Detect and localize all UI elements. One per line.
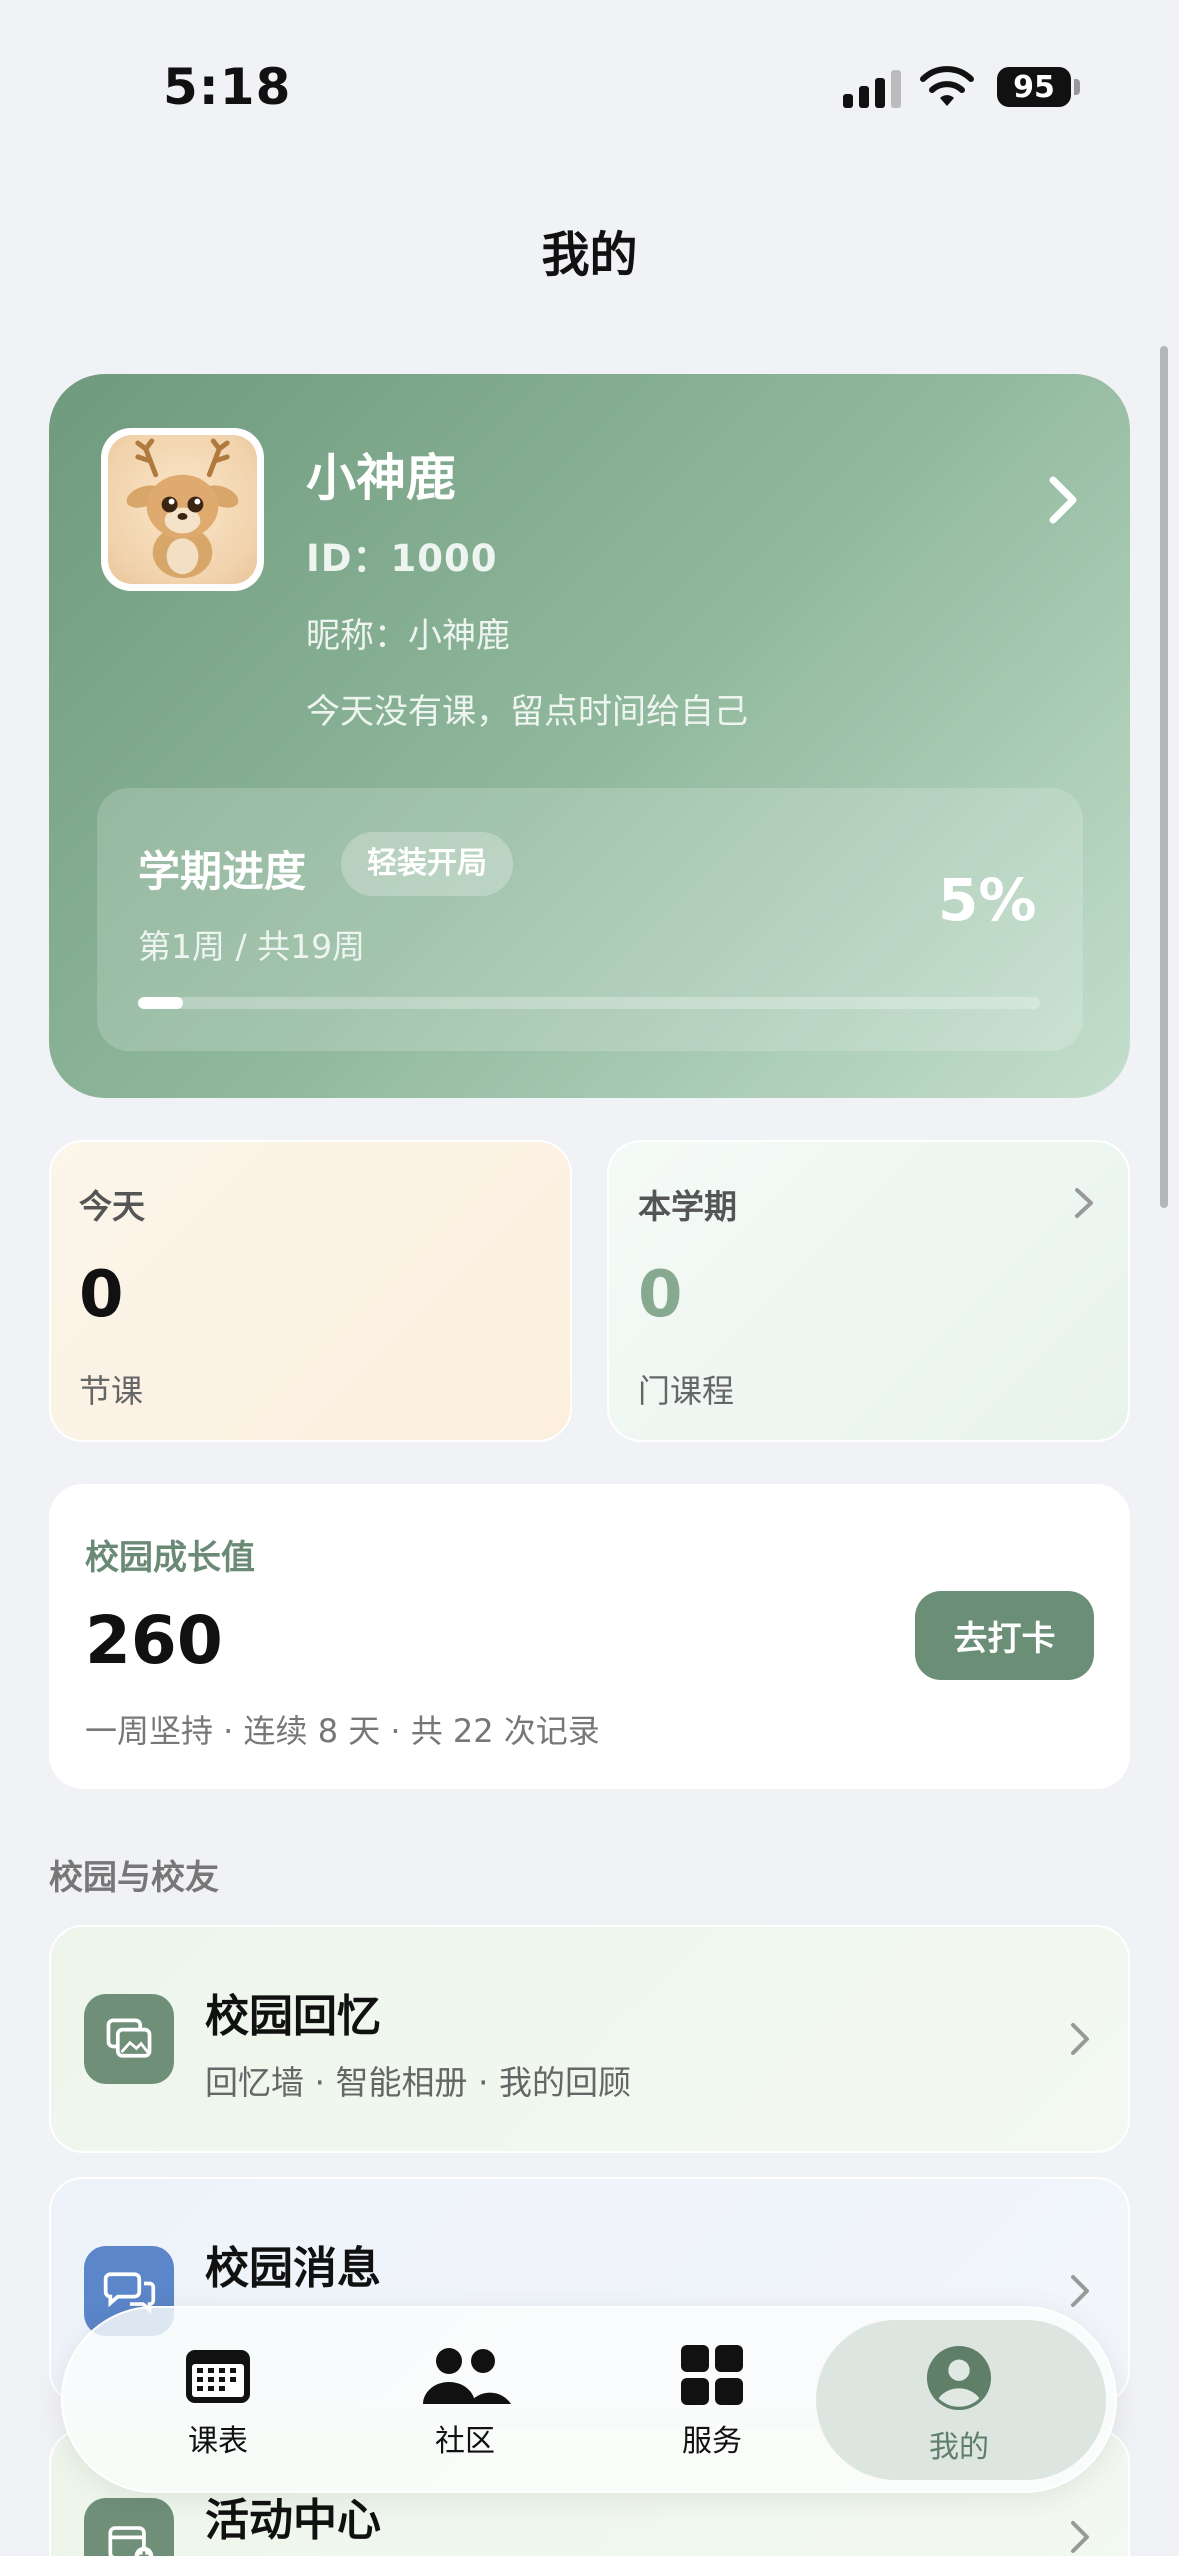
deer-avatar-icon	[126, 438, 239, 579]
check-in-button[interactable]: 去打卡	[915, 1591, 1094, 1680]
chevron-right-icon[interactable]	[1068, 2272, 1092, 2310]
people-icon	[423, 2348, 511, 2404]
tab-label: 我的	[929, 2430, 989, 2465]
user-id: ID：1000	[306, 537, 498, 580]
list-item-title: 校园回忆	[205, 1991, 381, 2042]
status-time: 5:18	[163, 58, 292, 116]
calendar-add-icon	[84, 2498, 174, 2556]
battery-indicator: 95	[997, 67, 1071, 107]
user-name: 小神鹿	[306, 449, 456, 507]
term-progress-badge: 轻装开局	[341, 832, 513, 896]
section-title: 校园与校友	[49, 1858, 219, 1898]
today-value: 0	[79, 1258, 124, 1332]
battery-tip	[1074, 79, 1080, 95]
tab-me[interactable]: 我的	[844, 2322, 1074, 2482]
avatar[interactable]	[101, 428, 264, 591]
tab-schedule[interactable]: 课表	[103, 2322, 333, 2482]
term-label: 本学期	[638, 1187, 737, 1226]
profile-tip: 今天没有课，留点时间给自己	[306, 692, 748, 732]
today-label: 今天	[79, 1187, 145, 1226]
page-title: 我的	[541, 227, 638, 283]
growth-subtitle: 一周坚持 · 连续 8 天 · 共 22 次记录	[85, 1712, 600, 1750]
tab-label: 社区	[435, 2424, 495, 2459]
term-weeks-text: 第1周 / 共19周	[138, 927, 366, 966]
list-item-subtitle: 回忆墙 · 智能相册 · 我的回顾	[205, 2063, 631, 2102]
chevron-right-icon[interactable]	[1072, 1185, 1096, 1221]
term-value: 0	[638, 1258, 683, 1332]
list-item-title: 校园消息	[205, 2243, 381, 2294]
calendar-icon	[186, 2350, 250, 2403]
growth-value: 260	[85, 1602, 223, 1679]
term-progress-title: 学期进度	[138, 847, 307, 896]
chevron-right-icon[interactable]	[1045, 472, 1081, 528]
photo-album-icon	[84, 1994, 174, 2084]
tab-label: 服务	[682, 2424, 742, 2459]
term-progress-bar	[138, 997, 1040, 1009]
term-progress-fill	[138, 997, 184, 1009]
term-unit: 门课程	[638, 1372, 735, 1410]
user-profile-icon	[926, 2345, 992, 2411]
tab-community[interactable]: 社区	[350, 2322, 580, 2482]
term-progress-percent: 5%	[938, 866, 1037, 934]
wifi-icon	[920, 66, 974, 106]
growth-label: 校园成长值	[85, 1538, 255, 1578]
tab-label: 课表	[188, 2424, 248, 2459]
chevron-right-icon[interactable]	[1068, 2020, 1092, 2058]
today-unit: 节课	[79, 1372, 144, 1410]
tab-services[interactable]: 服务	[597, 2322, 827, 2482]
chevron-right-icon[interactable]	[1068, 2518, 1092, 2556]
user-nickname: 昵称：小神鹿	[306, 616, 510, 656]
list-item-title: 活动中心	[205, 2495, 381, 2546]
scrollbar[interactable]	[1160, 346, 1168, 1208]
cellular-signal-icon	[843, 68, 903, 108]
grid-icon	[681, 2345, 743, 2405]
